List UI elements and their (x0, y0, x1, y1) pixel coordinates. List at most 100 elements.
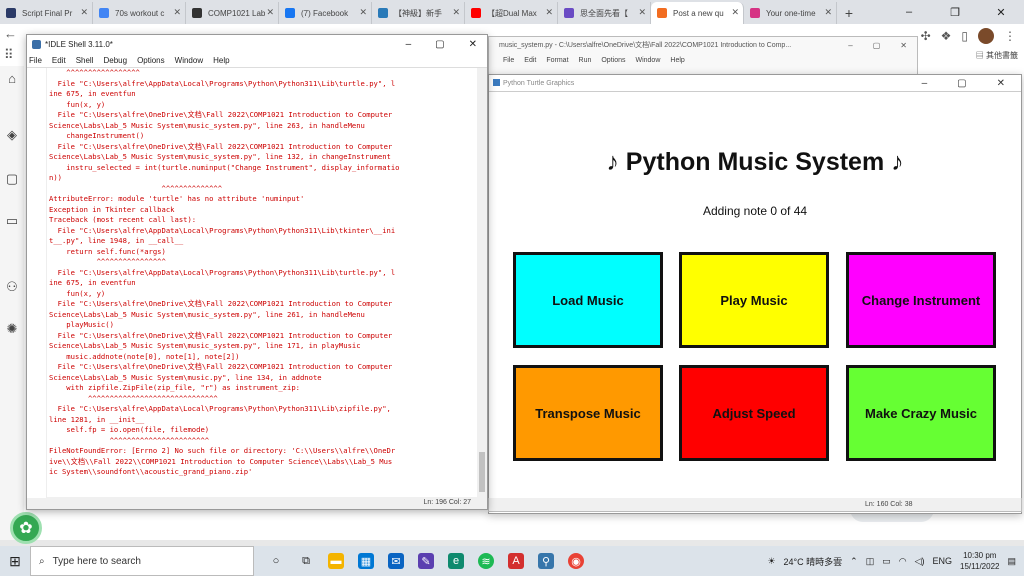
menu-item-format[interactable]: Format (546, 57, 568, 64)
browser-tab[interactable]: 【超Dual Max ✕ (465, 2, 558, 24)
tab-close-icon[interactable]: ✕ (545, 7, 553, 18)
tab-close-icon[interactable]: ✕ (824, 7, 832, 18)
clock[interactable]: 10:30 pm 15/11/2022 (960, 550, 999, 572)
music-system-editor-window[interactable]: music_system.py - C:\Users\alfre\OneDriv… (488, 36, 918, 76)
close-button[interactable]: ✕ (469, 39, 477, 50)
adjust-speed-button[interactable]: Adjust Speed (679, 365, 829, 461)
note-icon[interactable]: ▢ (5, 172, 19, 186)
task-view-icon[interactable]: ⧉ (298, 553, 314, 569)
menu-item-window[interactable]: Window (635, 57, 660, 64)
apps-icon[interactable]: ⠿ (4, 47, 24, 63)
user-icon[interactable]: ⚇ (5, 280, 19, 294)
menu-icon[interactable]: ⋮ (1004, 29, 1016, 43)
chevron-up-icon[interactable]: ⌃ (850, 556, 858, 567)
close-button[interactable]: ✕ (997, 78, 1005, 89)
puzzle-icon[interactable]: ❖ (941, 29, 952, 43)
menu-item-file[interactable]: File (29, 56, 42, 65)
battery-icon[interactable]: ▭ (882, 556, 891, 567)
menu-item-help[interactable]: Help (670, 57, 684, 64)
vertical-scrollbar[interactable] (477, 68, 487, 498)
edge-icon[interactable]: e (448, 553, 464, 569)
minimize-button[interactable]: – (886, 0, 932, 24)
weather-text[interactable]: 24°C 晴時多雲 (784, 555, 843, 568)
wifi-icon[interactable]: ◠ (899, 556, 907, 567)
new-tab-button[interactable]: + (837, 2, 861, 24)
maximize-button[interactable]: ▢ (957, 78, 966, 89)
menu-item-shell[interactable]: Shell (76, 56, 94, 65)
browser-tab[interactable]: 思全面先看【 ✕ (558, 2, 651, 24)
tab-close-icon[interactable]: ✕ (80, 7, 88, 18)
other-bookmarks[interactable]: ▤ 其他書籤 (976, 50, 1018, 61)
tab-close-icon[interactable]: ✕ (452, 7, 460, 18)
file-explorer-icon[interactable]: ▬ (328, 553, 344, 569)
browser-tab[interactable]: Script Final Pr ✕ (0, 2, 93, 24)
tab-close-icon[interactable]: ✕ (266, 7, 274, 18)
menu-item-options[interactable]: Options (137, 56, 165, 65)
brain-icon[interactable]: ✺ (5, 322, 19, 336)
windows-start-icon[interactable]: ⊞ (0, 546, 30, 576)
shell-line: ine 675, in eventfun (49, 89, 136, 98)
make-crazy-music-button[interactable]: Make Crazy Music (846, 365, 996, 461)
tab-close-icon[interactable]: ✕ (731, 7, 739, 18)
turtle-window-title: Python Turtle Graphics (503, 79, 575, 87)
extension-icon[interactable]: ✣ (921, 29, 931, 43)
sidebar-icon[interactable]: ▯ (961, 29, 968, 43)
browser-tab[interactable]: (7) Facebook ✕ (279, 2, 372, 24)
idle-shell-window[interactable]: *IDLE Shell 3.11.0* – ▢ ✕ File Edit Shell Deb… (26, 34, 488, 510)
volume-icon[interactable]: ◁) (915, 556, 925, 567)
menu-item-edit[interactable]: Edit (52, 56, 66, 65)
scrollbar-thumb[interactable] (479, 452, 485, 492)
store-icon[interactable]: ▦ (358, 553, 374, 569)
menu-item-window[interactable]: Window (175, 56, 203, 65)
shell-output[interactable]: ^^^^^^^^^^^^^^^^^ File "C:\Users\alfre\A… (49, 68, 471, 498)
maximize-button[interactable]: ❐ (932, 0, 978, 24)
menu-item-file[interactable]: File (503, 57, 514, 64)
back-icon[interactable]: ← (4, 26, 24, 41)
mail-icon[interactable]: ✉ (388, 553, 404, 569)
browser-tab[interactable]: 70s workout c ✕ (93, 2, 186, 24)
home-icon[interactable]: ⌂ (5, 72, 19, 86)
folder-icon[interactable]: ▭ (5, 214, 19, 228)
menu-item-run[interactable]: Run (579, 57, 592, 64)
menu-item-edit[interactable]: Edit (524, 57, 536, 64)
tab-close-icon[interactable]: ✕ (359, 7, 367, 18)
turtle-graphics-window[interactable]: Python Turtle Graphics – ▢ ✕ ♪ Python Musi… (488, 74, 1022, 514)
menu-item-options[interactable]: Options (601, 57, 625, 64)
maximize-button[interactable]: ▢ (873, 41, 881, 50)
spotify-icon[interactable]: ≋ (478, 553, 494, 569)
menu-item-debug[interactable]: Debug (103, 56, 127, 65)
acrobat-icon[interactable]: A (508, 553, 524, 569)
cortana-icon[interactable]: ○ (268, 553, 284, 569)
idle-shell-body[interactable]: ^^^^^^^^^^^^^^^^^ File "C:\Users\alfre\A… (27, 67, 487, 498)
draw-app-icon[interactable]: ✎ (418, 553, 434, 569)
language-indicator[interactable]: ENG (933, 556, 953, 566)
taskbar-search-box[interactable]: ⌕ Type here to search (30, 546, 254, 576)
browser-tab[interactable]: Post a new qu ✕ (651, 2, 744, 24)
tab-close-icon[interactable]: ✕ (638, 7, 646, 18)
minimize-button[interactable]: – (848, 41, 852, 50)
close-button[interactable]: ✕ (900, 41, 907, 50)
change-instrument-button[interactable]: Change Instrument (846, 252, 996, 348)
minimize-button[interactable]: – (406, 39, 412, 50)
browser-tab[interactable]: 【神級】新手 ✕ (372, 2, 465, 24)
assistant-icon[interactable]: ✿ (10, 512, 42, 544)
load-music-button[interactable]: Load Music (513, 252, 663, 348)
chrome-icon[interactable]: ◉ (568, 553, 584, 569)
tab-favicon-icon (378, 8, 388, 18)
turtle-canvas[interactable]: ♪ Python Music System ♪ Adding note 0 of… (489, 91, 1021, 513)
transpose-music-button[interactable]: Transpose Music (513, 365, 663, 461)
layers-icon[interactable]: ◈ (5, 128, 19, 142)
tab-label: (7) Facebook (301, 8, 349, 18)
maximize-button[interactable]: ▢ (435, 39, 444, 50)
network-icon[interactable]: ◫ (866, 556, 875, 567)
minimize-button[interactable]: – (922, 78, 928, 89)
play-music-button[interactable]: Play Music (679, 252, 829, 348)
python-idle-icon[interactable]: ⚲ (538, 553, 554, 569)
tab-close-icon[interactable]: ✕ (173, 7, 181, 18)
notification-icon[interactable]: ▤ (1007, 556, 1016, 567)
profile-avatar[interactable] (978, 28, 994, 44)
menu-item-help[interactable]: Help (213, 56, 229, 65)
browser-tab[interactable]: COMP1021 Lab ✕ (186, 2, 279, 24)
close-button[interactable]: ✕ (978, 0, 1024, 24)
browser-tab[interactable]: Your one-time ✕ (744, 2, 837, 24)
